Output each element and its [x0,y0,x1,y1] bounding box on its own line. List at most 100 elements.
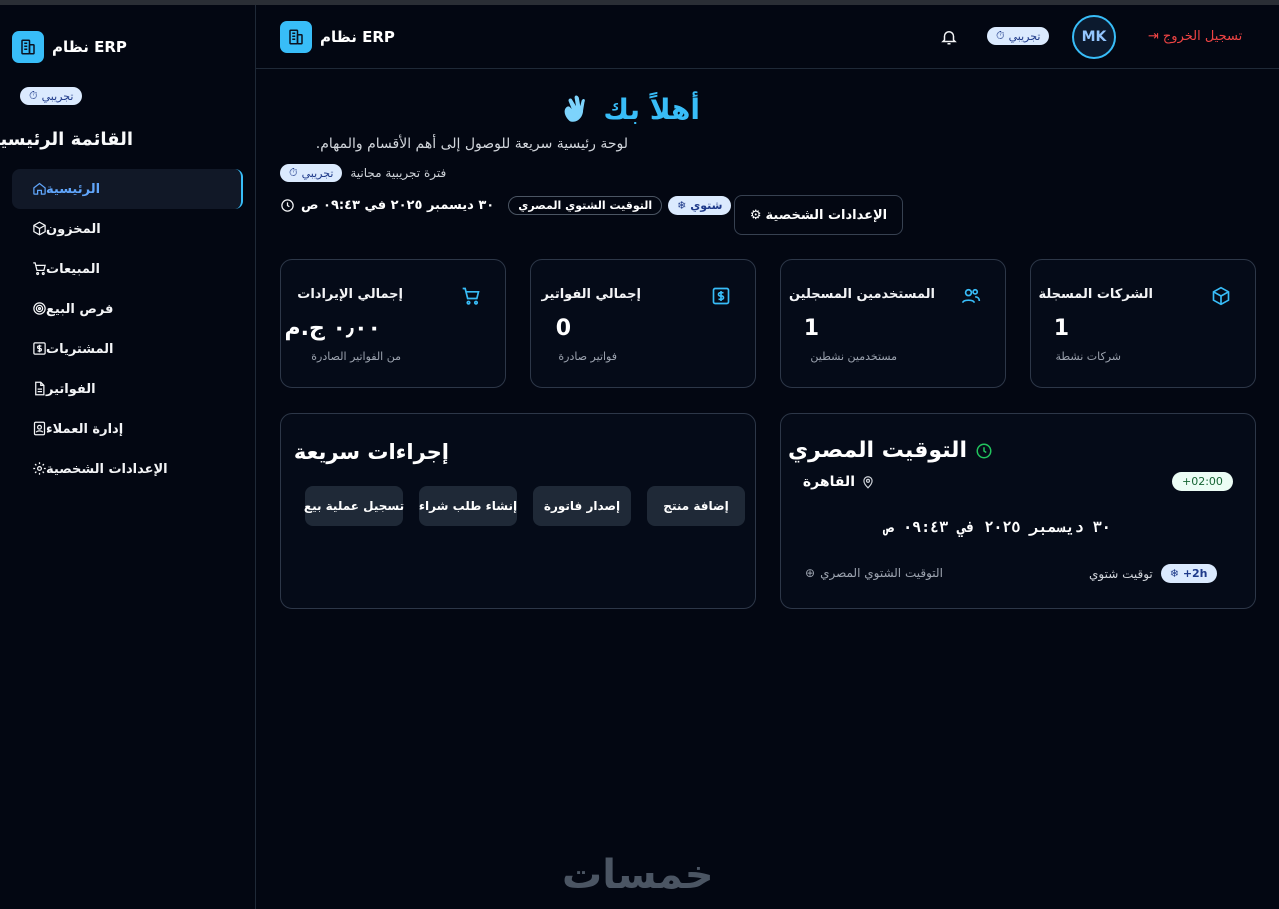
winter-time-label: توقيت شتوي ❄ +2h [1089,564,1217,583]
sidebar-item-invoices[interactable]: الفواتير [12,369,243,409]
sidebar-item-label: إدارة العملاء [46,421,124,437]
winter-time-text: توقيت شتوي [1089,566,1153,581]
record-sale-button[interactable]: تسجيل عملية بيع [304,486,404,526]
trial-badge-label: تجريبي [41,89,74,103]
quick-actions-card: إجراءات سريعة تسجيل عملية بيع إنشاء طلب … [280,413,756,609]
stat-value: ٠٫٠٠ ج.م [284,316,381,341]
trial-row: ⏱ تجريبي فترة تجريبية مجانية [280,164,446,182]
stat-card-revenue: إجمالي الإيرادات ٠٫٠٠ ج.م من الفواتير ال… [280,259,506,388]
stat-value: 1 [1053,316,1069,341]
sidebar: نظام ERP ⏱ تجريبي القائمة الرئيسية الرئي… [0,5,256,909]
top-header: نظام ERP ⏱ تجريبي MK ⇥ تسجيل الخروج [256,5,1279,69]
stat-subtitle: من الفواتير الصادرة [311,350,401,363]
dollar-icon [33,342,46,355]
timer-icon: ⏱ [289,166,298,179]
sidebar-title: القائمة الرئيسية [0,129,133,150]
watermark-logo: خمسات [562,852,715,898]
stat-subtitle: شركات نشطة [1055,350,1121,363]
welcome-title: أهلاً بك [559,92,700,126]
welcome-subtitle: لوحة رئيسية سريعة للوصول إلى أهم الأقسام… [315,136,628,152]
sidebar-item-label: المبيعات [46,261,100,277]
season-chip-label: شتوي [690,199,723,212]
timezone-chip: التوقيت الشتوي المصري [508,196,663,215]
city-label: القاهرة [803,474,875,490]
sidebar-item-label: المخزون [46,221,101,237]
sidebar-item-customers[interactable]: إدارة العملاء [12,409,243,449]
sidebar-item-label: الإعدادات الشخصية [46,461,168,477]
sidebar-nav: الرئيسية المخزون المبيعات فرص البيع المش… [12,169,243,489]
stat-card-invoices: إجمالي الفواتير 0 فواتير صادرة [530,259,756,388]
issue-invoice-button[interactable]: إصدار فاتورة [533,486,631,526]
target-icon [33,302,46,315]
sidebar-item-sales[interactable]: المبيعات [12,249,243,289]
welcome-title-text: أهلاً بك [603,92,700,126]
stat-subtitle: مستخدمين نشطين [810,350,897,363]
sidebar-item-label: فرص البيع [46,301,114,317]
stat-title: إجمالي الإيرادات [297,287,403,302]
clock-icon [976,443,992,458]
trial-text: فترة تجريبية مجانية [350,166,447,180]
utc-offset-badge: +02:00 [1172,472,1233,491]
sidebar-item-label: المشتريات [46,341,114,357]
sidebar-item-home[interactable]: الرئيسية [12,169,243,209]
stat-title: المستخدمين المسجلين [788,287,935,302]
stat-value: 0 [555,316,571,341]
home-icon [33,182,46,195]
header-brand-name: نظام ERP [320,28,395,46]
clock-icon [281,199,294,212]
sidebar-logo[interactable]: نظام ERP [12,31,127,63]
users-icon [961,288,981,304]
stat-title: إجمالي الفواتير [541,287,641,302]
cart-icon [462,287,480,305]
quick-actions-buttons: تسجيل عملية بيع إنشاء طلب شراء إصدار فات… [304,486,745,526]
bell-icon[interactable] [940,27,958,47]
box-icon [33,221,46,236]
wave-hand-icon [564,95,586,122]
building-icon [12,31,44,63]
sidebar-item-purchases[interactable]: المشتريات [12,329,243,369]
logout-label: تسجيل الخروج [1162,29,1243,44]
file-icon [35,381,45,396]
city-name: القاهرة [802,474,855,490]
header-logo[interactable]: نظام ERP [280,21,395,53]
winter-offset-chip-label: +2h [1182,567,1208,580]
sidebar-item-settings[interactable]: الإعدادات الشخصية [12,449,243,489]
timer-icon: ⏱ [996,29,1005,42]
invoice-icon [712,287,730,305]
sidebar-brand-name: نظام ERP [52,38,127,56]
timezone-label-text: التوقيت الشتوي المصري [820,566,943,580]
trial-badge-label: تجريبي [301,166,334,180]
logout-button[interactable]: ⇥ تسجيل الخروج [1148,29,1242,44]
personal-settings-button[interactable]: ⚙ الإعدادات الشخصية [734,195,903,235]
winter-offset-chip: ❄ +2h [1160,564,1217,583]
trial-badge: ⏱ تجريبي [280,164,343,182]
sidebar-item-label: الرئيسية [46,181,101,197]
quick-actions-title: إجراءات سريعة [293,440,449,464]
stat-card-companies: الشركات المسجلة 1 شركات نشطة [1030,259,1256,388]
stat-card-users: المستخدمين المسجلين 1 مستخدمين نشطين [780,259,1006,388]
egypt-time-title-text: التوقيت المصري [788,438,967,463]
sidebar-item-opportunities[interactable]: فرص البيع [12,289,243,329]
globe-icon: ⊕ [805,566,816,580]
stat-title: الشركات المسجلة [1038,287,1153,302]
gear-icon: ⚙ [749,207,762,223]
egypt-time-card: التوقيت المصري القاهرة +02:00 ٣٠ ديسمبر … [780,413,1256,609]
avatar[interactable]: MK [1072,15,1116,59]
user-card-icon [33,421,46,436]
egypt-datetime: ٣٠ ديسمبر ٢٠٢٥ في ٠٩:٤٣ ص [885,518,1111,536]
stat-value: 1 [803,316,819,341]
egypt-time-title: التوقيت المصري [788,438,993,463]
trial-badge-label: تجريبي [1008,29,1041,43]
timezone-label: ⊕ التوقيت الشتوي المصري [805,566,943,580]
sidebar-item-inventory[interactable]: المخزون [12,209,243,249]
datetime-row: ٣٠ ديسمبر ٢٠٢٥ في ٠٩:٤٣ ص التوقيت الشتوي… [280,196,732,215]
current-datetime: ٣٠ ديسمبر ٢٠٢٥ في ٠٩:٤٣ ص [301,198,495,213]
gear-icon [33,462,46,475]
building-icon [280,21,312,53]
create-purchase-order-button[interactable]: إنشاء طلب شراء [419,486,517,526]
logout-icon: ⇥ [1148,29,1159,44]
box-icon [1212,286,1230,306]
personal-settings-label: الإعدادات الشخصية [765,207,888,223]
cart-icon [33,262,46,276]
add-product-button[interactable]: إضافة منتج [647,486,745,526]
